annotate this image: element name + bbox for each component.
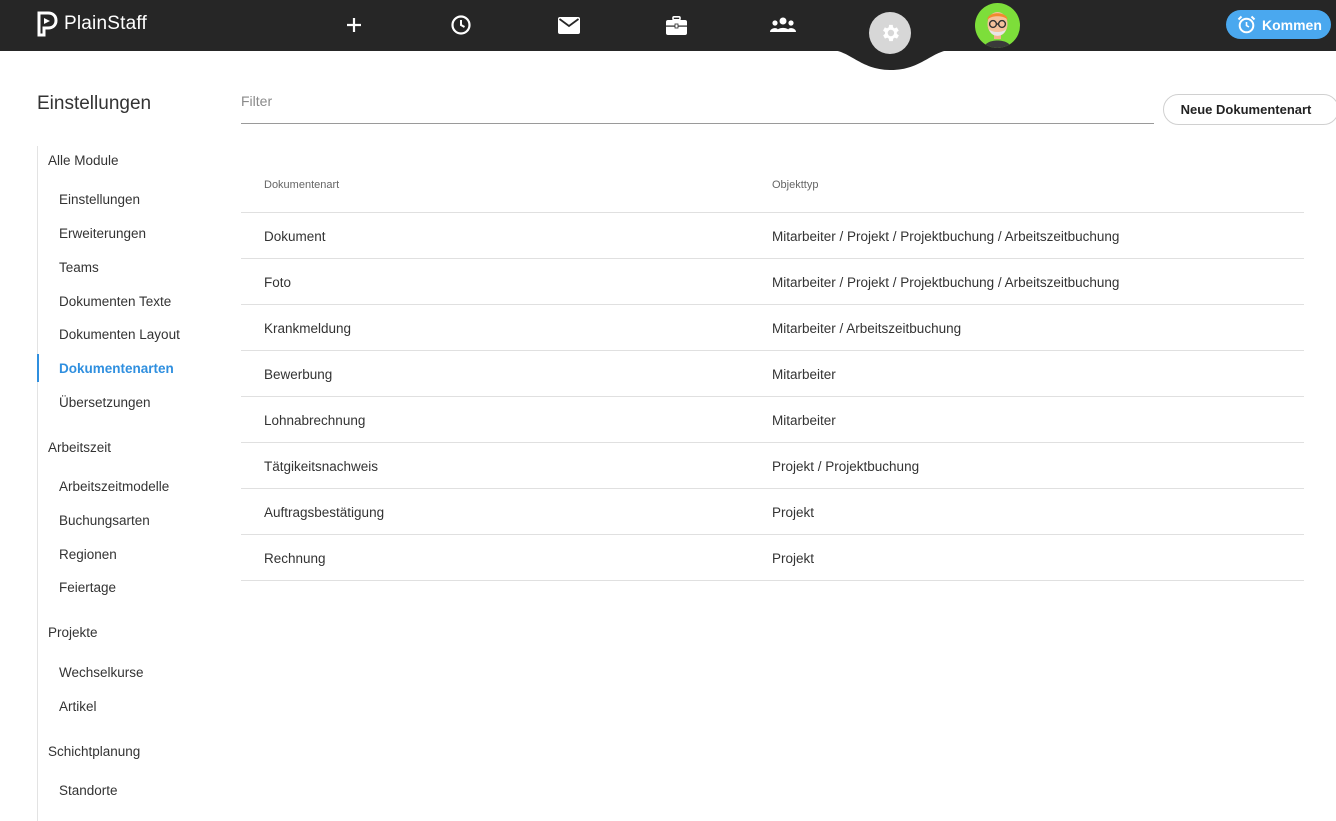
clock-icon[interactable] (448, 12, 474, 38)
sidebar-item-arbeitszeitmodelle[interactable]: Arbeitszeitmodelle (59, 479, 169, 494)
filter-input[interactable] (241, 90, 1154, 124)
column-header-dokumentenart[interactable]: Dokumentenart (264, 179, 339, 191)
sidebar-item-buchungsarten[interactable]: Buchungsarten (59, 513, 150, 528)
sidebar-item-feiertage[interactable]: Feiertage (59, 580, 116, 595)
mail-icon[interactable] (556, 12, 582, 38)
active-indicator (37, 354, 39, 382)
table-row-name[interactable]: Foto (264, 275, 291, 290)
page-title: Einstellungen (37, 93, 152, 114)
table-row-divider (241, 350, 1304, 351)
table-row-name[interactable]: Tätgikeitsnachweis (264, 459, 378, 474)
sidebar-item-uebersetzungen[interactable]: Übersetzungen (59, 395, 151, 410)
table-row-divider (241, 442, 1304, 443)
table-row-type[interactable]: Mitarbeiter / Projekt / Projektbuchung /… (772, 275, 1119, 290)
table-row-divider (241, 580, 1304, 581)
sidebar-group-arbeitszeit[interactable]: Arbeitszeit (48, 440, 111, 455)
sidebar-item-erweiterungen[interactable]: Erweiterungen (59, 226, 146, 241)
table-row-name[interactable]: Auftragsbestätigung (264, 505, 384, 520)
sidebar-item-regionen[interactable]: Regionen (59, 547, 117, 562)
table-row-name[interactable]: Lohnabrechnung (264, 413, 365, 428)
table-row-name[interactable]: Dokument (264, 229, 326, 244)
table-header-divider (241, 212, 1304, 213)
user-avatar[interactable] (975, 3, 1020, 48)
sidebar-item-dokumenten-layout[interactable]: Dokumenten Layout (59, 327, 180, 342)
app-logo[interactable]: PlainStaff (36, 11, 147, 37)
table-row-type[interactable]: Mitarbeiter (772, 413, 836, 428)
sidebar-item-dokumentenarten[interactable]: Dokumentenarten (59, 361, 174, 376)
sidebar-item-wechselkurse[interactable]: Wechselkurse (59, 665, 144, 680)
column-header-objekttyp[interactable]: Objekttyp (772, 179, 818, 191)
table-row-divider (241, 396, 1304, 397)
kommen-label: Kommen (1262, 16, 1322, 33)
kommen-button[interactable]: Kommen (1226, 10, 1331, 39)
sidebar-item-dokumenten-texte[interactable]: Dokumenten Texte (59, 294, 171, 309)
sidebar-group-projekte[interactable]: Projekte (48, 625, 98, 640)
sidebar-group-alle-module[interactable]: Alle Module (48, 153, 119, 168)
plainstaff-logo-icon (37, 11, 58, 37)
table-row-name[interactable]: Rechnung (264, 551, 326, 566)
gear-icon[interactable] (869, 12, 911, 54)
table-row-divider (241, 534, 1304, 535)
table-row-type[interactable]: Mitarbeiter (772, 367, 836, 382)
sidebar-item-standorte[interactable]: Standorte (59, 783, 118, 798)
table-row-type[interactable]: Mitarbeiter / Projekt / Projektbuchung /… (772, 229, 1119, 244)
alarm-clock-icon (1237, 15, 1256, 34)
plus-icon[interactable] (341, 12, 367, 38)
table-row-divider (241, 258, 1304, 259)
table-row-type[interactable]: Mitarbeiter / Arbeitszeitbuchung (772, 321, 961, 336)
sidebar-group-schichtplanung[interactable]: Schichtplanung (48, 744, 140, 759)
top-navigation-bar: PlainStaff Kommen (0, 0, 1336, 51)
sidebar-divider (37, 146, 38, 821)
table-row-type[interactable]: Projekt / Projektbuchung (772, 459, 919, 474)
table-row-divider (241, 488, 1304, 489)
sidebar-item-teams[interactable]: Teams (59, 260, 99, 275)
table-row-name[interactable]: Bewerbung (264, 367, 332, 382)
table-row-type[interactable]: Projekt (772, 505, 814, 520)
new-document-type-button[interactable]: Neue Dokumentenart (1163, 94, 1336, 125)
team-icon[interactable] (770, 12, 796, 38)
sidebar-item-einstellungen[interactable]: Einstellungen (59, 192, 140, 207)
table-row-type[interactable]: Projekt (772, 551, 814, 566)
app-name: PlainStaff (64, 13, 147, 34)
table-row-divider (241, 304, 1304, 305)
sidebar-item-artikel[interactable]: Artikel (59, 699, 97, 714)
briefcase-icon[interactable] (663, 12, 689, 38)
table-row-name[interactable]: Krankmeldung (264, 321, 351, 336)
